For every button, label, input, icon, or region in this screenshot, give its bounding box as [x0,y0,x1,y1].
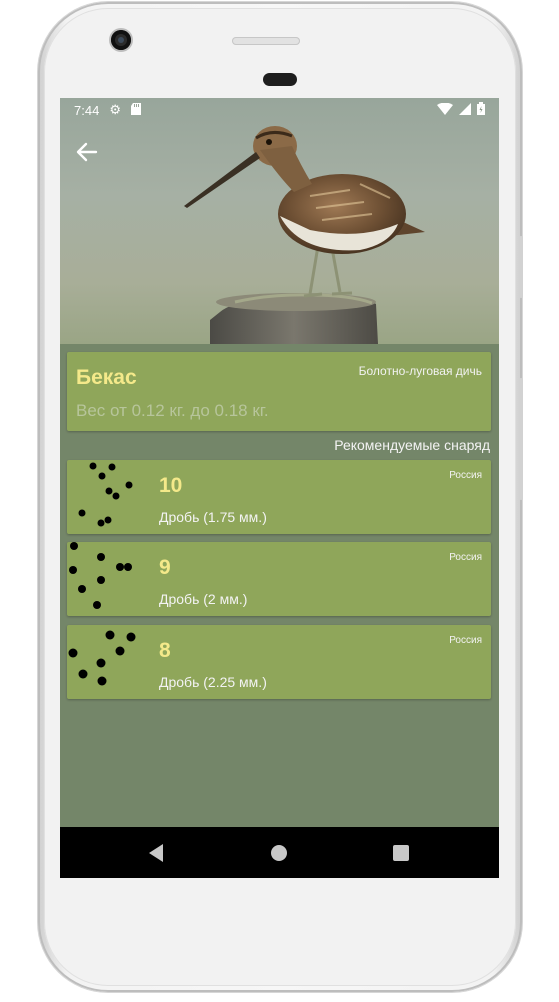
shot-origin: Россия [449,552,482,563]
shot-pellets-icon [78,462,133,527]
nav-back-button[interactable] [126,827,186,878]
status-bar: 7:44 ⚙ [60,98,499,122]
shot-item[interactable]: 9 Дробь (2 мм.) Россия [67,542,491,616]
shot-item[interactable]: 10 Дробь (1.75 мм.) Россия [67,460,491,534]
earpiece-sensor [263,73,297,86]
status-time: 7:44 [74,102,100,118]
game-info-card: Бекас Болотно-луговая дичь Вес от 0.12 к… [67,352,491,431]
shot-number: 8 [159,639,171,662]
shot-number: 9 [159,556,171,579]
shot-number: 10 [159,474,183,497]
app-screen: 7:44 ⚙ Бекас Болотно-луговая дичь Вес от… [60,98,499,878]
shot-pellets-icon [68,630,136,686]
wifi-icon [437,102,453,118]
shot-description: Дробь (2 мм.) [159,591,248,607]
nav-home-button[interactable] [249,827,309,878]
hero-image: 7:44 ⚙ [60,98,499,344]
snipe-bird-illustration [184,126,425,344]
top-speaker [232,37,300,45]
recommended-label: Рекомендуемые снаряд [334,437,490,453]
shot-description: Дробь (2.25 мм.) [159,674,267,690]
back-button[interactable] [76,140,104,168]
front-camera [111,30,131,50]
shot-origin: Россия [449,470,482,481]
back-triangle-icon [149,844,163,862]
system-nav-bar [60,827,499,878]
nav-recents-button[interactable] [371,827,431,878]
game-weight: Вес от 0.12 кг. до 0.18 кг. [76,401,269,420]
settings-icon: ⚙ [109,102,121,117]
game-category: Болотно-луговая дичь [358,364,482,378]
shot-description: Дробь (1.75 мм.) [159,509,267,525]
recents-square-icon [393,845,409,861]
battery-icon [477,102,485,118]
arrow-left-icon [76,142,98,162]
signal-icon [459,102,471,118]
shot-origin: Россия [449,635,482,646]
home-circle-icon [271,845,287,861]
volume-button [519,378,523,500]
power-button [519,236,523,298]
sd-card-icon [130,102,141,118]
game-name: Бекас [76,366,137,389]
shot-pellets-icon [69,542,132,609]
shot-item[interactable]: 8 Дробь (2.25 мм.) Россия [67,625,491,699]
